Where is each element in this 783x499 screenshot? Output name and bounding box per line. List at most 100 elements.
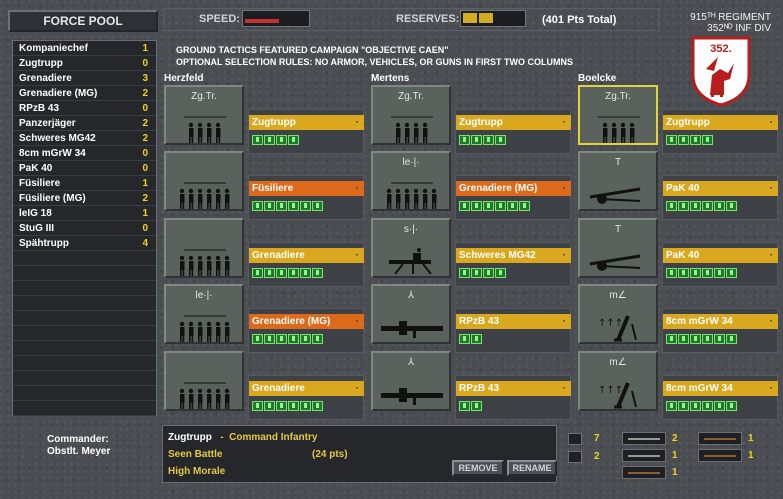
unit-morale: High Morale [168,466,226,477]
soldier-icon [507,201,518,211]
unit-info-bar[interactable]: Schweres MG42 [455,242,571,287]
unit-info-bar[interactable]: 8cm mGrW 34 [662,375,778,420]
list-item[interactable] [13,296,156,311]
list-item[interactable]: Spähtrupp 4 [13,236,156,251]
list-item[interactable]: PaK 40 0 [13,161,156,176]
unit-count: 3 [142,73,148,84]
unit-points: (24 pts) [312,449,348,460]
rifle-count: 1 [748,450,754,461]
list-item[interactable]: 8cm mGrW 34 0 [13,146,156,161]
unit-tile[interactable]: T [578,218,658,278]
soldier-icon [678,201,689,211]
unit-tile[interactable]: le·|· [371,151,451,211]
unit-info-bar[interactable]: Grenadiere (MG) [455,175,571,220]
list-item[interactable] [13,386,156,401]
list-item[interactable]: RPzB 43 0 [13,101,156,116]
unit-info-bar[interactable]: Grenadiere (MG) [248,308,364,353]
force-pool-title: FORCE POOL [8,10,158,32]
squad-members [666,198,738,216]
soldier-icon [471,401,482,411]
unit-info-bar[interactable]: Zugtrupp [455,109,571,154]
unit-tile[interactable]: Zg.Tr. [371,85,451,145]
reserves-label: RESERVES: [396,13,460,25]
list-item[interactable] [13,371,156,386]
unit-tile[interactable]: s·|· [371,218,451,278]
list-item[interactable]: Grenadiere 3 [13,71,156,86]
soldier-icon [666,268,677,278]
unit-info-bar[interactable]: 8cm mGrW 34 [662,308,778,353]
list-item[interactable]: Schweres MG42 2 [13,131,156,146]
list-item[interactable]: Füsiliere 1 [13,176,156,191]
unit-tile[interactable]: T [578,151,658,211]
unit-info-bar[interactable]: RPzB 43 [455,375,571,420]
soldier-icon [252,401,263,411]
speed-label: SPEED: [199,13,240,25]
list-item[interactable] [13,356,156,371]
unit-info-bar[interactable]: PaK 40 [662,242,778,287]
soldier-icon [459,201,470,211]
list-item[interactable]: Zugtrupp 0 [13,56,156,71]
unit-name: Schweres MG42 [456,248,571,263]
squad-members [252,132,300,150]
unit-experience: Seen Battle [168,449,223,460]
soldier-icon [519,201,530,211]
soldier-icon [495,201,506,211]
squad-members [666,331,738,349]
unit-info-bar[interactable]: Füsiliere [248,175,364,220]
speed-level-fill [245,19,279,23]
list-item[interactable] [13,326,156,341]
soldier-icon [276,268,287,278]
unit-name: Grenadiere (MG) [456,181,571,196]
list-item[interactable]: Füsiliere (MG) 2 [13,191,156,206]
unit-tile[interactable] [164,151,244,211]
unit-info-bar[interactable]: Zugtrupp [662,109,778,154]
unit-name: Zugtrupp [663,115,778,130]
unit-tile-label: T [614,157,622,168]
unit-tile[interactable]: Zg.Tr. [578,85,658,145]
soldier-icon [312,401,323,411]
list-item[interactable]: leIG 18 1 [13,206,156,221]
unit-info-bar[interactable]: RPzB 43 [455,308,571,353]
unit-name: 8cm mGrW 34 [19,148,86,159]
unit-tile[interactable]: ⅄ [371,284,451,344]
unit-tile[interactable] [164,218,244,278]
unit-name: Zugtrupp [249,115,364,130]
list-item[interactable] [13,311,156,326]
unit-count: 0 [142,148,148,159]
list-item[interactable] [13,401,156,416]
list-item[interactable] [13,341,156,356]
reserves-fill-2 [479,13,493,23]
unit-tile[interactable]: ↑↑↑ m∠ [578,351,658,411]
list-item[interactable]: Kompaniechef 1 [13,41,156,56]
soldier-icon [714,401,725,411]
unit-tile[interactable]: ↑↑↑ m∠ [578,284,658,344]
unit-count: 0 [142,58,148,69]
force-pool-list[interactable]: Kompaniechef 1 Zugtrupp 0 Grenadiere 3 Grenadi… [12,40,157,416]
rename-button[interactable]: RENAME [507,460,557,476]
unit-tile[interactable] [164,351,244,411]
list-item[interactable] [13,251,156,266]
list-item[interactable]: Grenadiere (MG) 2 [13,86,156,101]
list-item[interactable] [13,266,156,281]
list-item[interactable]: Panzerjäger 2 [13,116,156,131]
unit-count: 1 [142,208,148,219]
list-item[interactable]: StuG III 0 [13,221,156,236]
lmg-icon [698,432,742,445]
unit-tile[interactable]: Zg.Tr. [164,85,244,145]
unit-tile-label: le·|· [402,157,420,168]
soldier-icon [690,401,701,411]
unit-info-bar[interactable]: PaK 40 [662,175,778,220]
unit-name: 8cm mGrW 34 [663,314,778,329]
unit-info-bar[interactable]: Zugtrupp [248,109,364,154]
remove-button[interactable]: REMOVE [452,460,504,476]
squad-members [459,132,507,150]
soldier-icon [276,201,287,211]
list-item[interactable] [13,281,156,296]
unit-info-bar[interactable]: Grenadiere [248,242,364,287]
unit-info-bar[interactable]: Grenadiere [248,375,364,420]
unit-tile[interactable]: ⅄ [371,351,451,411]
soldier-icon [459,401,470,411]
soldier-icon [300,401,311,411]
unit-tile[interactable]: le·|· [164,284,244,344]
soldier-icon [300,334,311,344]
